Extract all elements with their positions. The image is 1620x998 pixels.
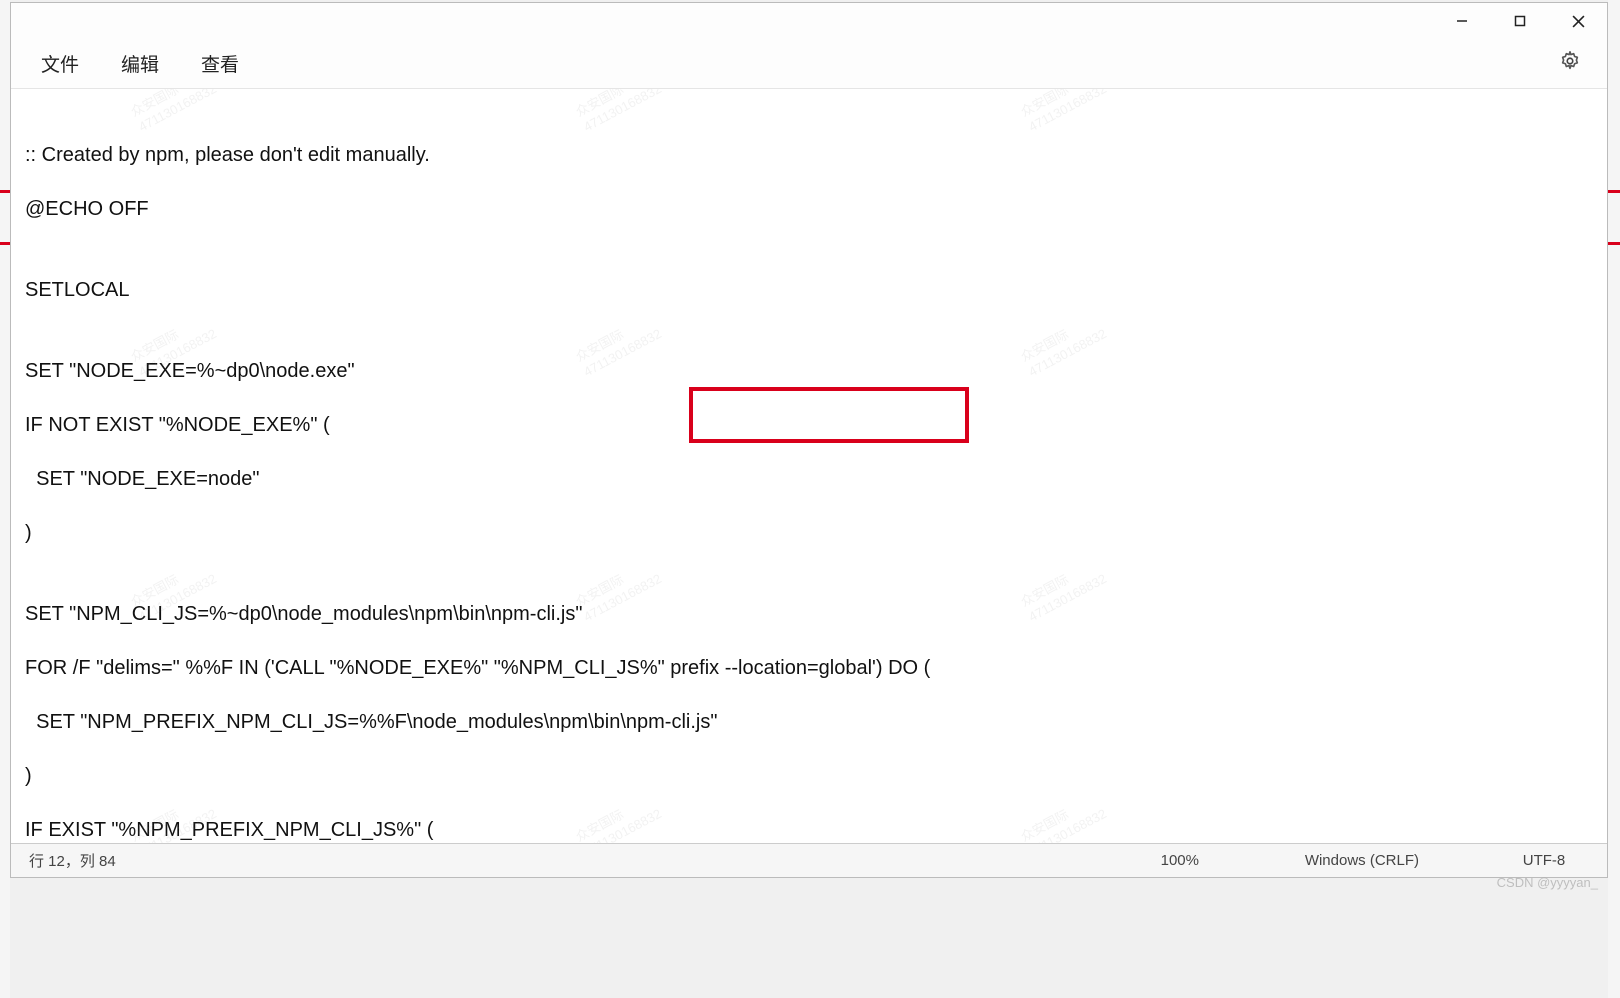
menu-right-group: [1559, 50, 1597, 77]
code-line: IF NOT EXIST "%NODE_EXE%" (: [25, 412, 1593, 439]
close-button[interactable]: [1549, 3, 1607, 39]
status-encoding[interactable]: UTF-8: [1499, 852, 1589, 869]
gear-icon: [1559, 50, 1581, 72]
minimize-button[interactable]: [1433, 3, 1491, 39]
code-line: FOR /F "delims=" %%F IN ('CALL "%NODE_EX…: [25, 655, 1593, 682]
code-line: ): [25, 520, 1593, 547]
editor-area[interactable]: :: Created by npm, please don't edit man…: [11, 89, 1607, 843]
menu-file[interactable]: 文件: [35, 44, 85, 83]
code-line: :: Created by npm, please don't edit man…: [25, 142, 1593, 169]
right-edge-marker: [1608, 242, 1620, 245]
window-controls: [1433, 3, 1607, 39]
code-line: SETLOCAL: [25, 277, 1593, 304]
csdn-watermark: CSDN @yyyyan_: [1497, 875, 1598, 890]
right-edge-marker: [1608, 190, 1620, 193]
code-line: SET "NPM_CLI_JS=%~dp0\node_modules\npm\b…: [25, 601, 1593, 628]
menu-bar: 文件 编辑 查看: [11, 39, 1607, 89]
status-right-group: 100% Windows (CRLF) UTF-8: [1135, 852, 1589, 869]
menu-edit[interactable]: 编辑: [115, 44, 165, 83]
right-edge-background: [1608, 0, 1620, 998]
settings-button[interactable]: [1559, 50, 1581, 77]
menu-left-group: 文件 编辑 查看: [21, 44, 245, 83]
code-line: @ECHO OFF: [25, 196, 1593, 223]
left-edge-marker: [0, 190, 10, 193]
status-line-ending[interactable]: Windows (CRLF): [1305, 852, 1419, 869]
left-edge-background: [0, 0, 10, 998]
menu-view[interactable]: 查看: [195, 44, 245, 83]
status-zoom[interactable]: 100%: [1135, 852, 1225, 869]
status-bar: 行 12，列 84 100% Windows (CRLF) UTF-8: [11, 843, 1607, 877]
maximize-button[interactable]: [1491, 3, 1549, 39]
app-window: 文件 编辑 查看 :: Created by npm, please don't…: [10, 2, 1608, 878]
code-content[interactable]: :: Created by npm, please don't edit man…: [25, 115, 1593, 843]
title-bar: [11, 3, 1607, 39]
code-line: SET "NODE_EXE=node": [25, 466, 1593, 493]
code-line: SET "NODE_EXE=%~dp0\node.exe": [25, 358, 1593, 385]
code-line: IF EXIST "%NPM_PREFIX_NPM_CLI_JS%" (: [25, 817, 1593, 843]
code-line: ): [25, 763, 1593, 790]
left-edge-marker: [0, 242, 10, 245]
code-line: SET "NPM_PREFIX_NPM_CLI_JS=%%F\node_modu…: [25, 709, 1593, 736]
status-position[interactable]: 行 12，列 84: [29, 850, 1135, 871]
